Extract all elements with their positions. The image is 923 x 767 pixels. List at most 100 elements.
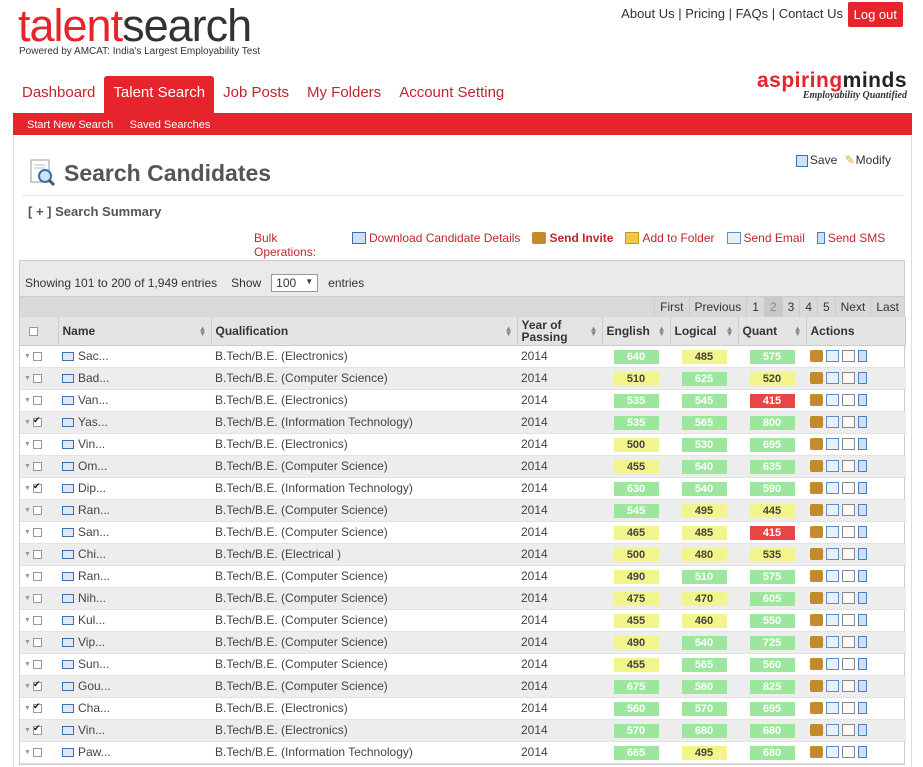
- table-row[interactable]: ▼ Yas... B.Tech/B.E. (Information Techno…: [20, 411, 906, 434]
- invite-icon[interactable]: [810, 438, 823, 450]
- profile-card-icon[interactable]: [62, 748, 74, 758]
- profile-card-icon[interactable]: [62, 616, 74, 626]
- tab-my-folders[interactable]: My Folders: [298, 76, 390, 113]
- phone-icon[interactable]: [858, 570, 867, 582]
- table-row[interactable]: ▼ Kul... B.Tech/B.E. (Computer Science) …: [20, 609, 906, 632]
- document-icon[interactable]: [842, 548, 855, 560]
- table-row[interactable]: ▼ Sac... B.Tech/B.E. (Electronics) 2014 …: [20, 345, 906, 368]
- document-icon[interactable]: [842, 592, 855, 604]
- col-qualification[interactable]: Qualification ▲ ▼: [211, 317, 518, 346]
- tab-talent-search[interactable]: Talent Search: [104, 76, 215, 113]
- row-checkbox[interactable]: [32, 572, 42, 582]
- profile-card-icon[interactable]: [62, 660, 74, 670]
- phone-icon[interactable]: [858, 460, 867, 472]
- candidate-name[interactable]: Paw...: [78, 745, 111, 759]
- document-icon[interactable]: [842, 724, 855, 736]
- profile-card-icon[interactable]: [62, 726, 74, 736]
- table-row[interactable]: ▼ Nih... B.Tech/B.E. (Computer Science) …: [20, 587, 906, 610]
- top-links[interactable]: About Us | Pricing | FAQs | Contact Us: [621, 6, 843, 21]
- row-checkbox[interactable]: [32, 550, 42, 560]
- table-row[interactable]: ▼ Cha... B.Tech/B.E. (Electronics) 2014 …: [20, 697, 906, 720]
- document-icon[interactable]: [842, 504, 855, 516]
- invite-icon[interactable]: [810, 548, 823, 560]
- phone-icon[interactable]: [858, 548, 867, 560]
- expand-triangle-icon[interactable]: ▼: [24, 683, 31, 690]
- table-row[interactable]: ▼ Vip... B.Tech/B.E. (Computer Science) …: [20, 631, 906, 654]
- document-icon[interactable]: [842, 460, 855, 472]
- table-row[interactable]: ▼ Om... B.Tech/B.E. (Computer Science) 2…: [20, 455, 906, 478]
- row-checkbox[interactable]: [32, 481, 42, 494]
- candidate-name[interactable]: Gou...: [78, 679, 111, 693]
- invite-icon[interactable]: [810, 636, 823, 648]
- profile-card-icon[interactable]: [62, 484, 74, 494]
- candidate-name[interactable]: Yas...: [78, 415, 108, 429]
- row-checkbox[interactable]: [32, 440, 42, 450]
- pager-page-1[interactable]: 1: [746, 297, 764, 317]
- profile-card-icon[interactable]: [62, 572, 74, 582]
- row-checkbox[interactable]: [32, 594, 42, 604]
- mail-icon[interactable]: [826, 438, 839, 450]
- pager-page-2[interactable]: 2: [763, 297, 782, 317]
- candidate-name[interactable]: Sun...: [78, 657, 109, 671]
- document-icon[interactable]: [842, 746, 855, 758]
- row-checkbox[interactable]: [32, 506, 42, 516]
- profile-card-icon[interactable]: [62, 396, 74, 406]
- candidate-name[interactable]: Vip...: [78, 635, 105, 649]
- mail-icon[interactable]: [826, 570, 839, 582]
- phone-icon[interactable]: [858, 592, 867, 604]
- mail-icon[interactable]: [826, 526, 839, 538]
- candidate-name[interactable]: Van...: [78, 393, 108, 407]
- select-all-checkbox[interactable]: [29, 327, 38, 337]
- expand-triangle-icon[interactable]: ▼: [24, 595, 31, 602]
- mail-icon[interactable]: [826, 394, 839, 406]
- row-checkbox[interactable]: [32, 352, 42, 362]
- phone-icon[interactable]: [858, 504, 867, 516]
- invite-icon[interactable]: [810, 482, 823, 494]
- phone-icon[interactable]: [858, 680, 867, 692]
- mail-icon[interactable]: [826, 548, 839, 560]
- invite-icon[interactable]: [810, 746, 823, 758]
- profile-card-icon[interactable]: [62, 594, 74, 604]
- invite-icon[interactable]: [810, 394, 823, 406]
- candidate-name[interactable]: Ran...: [78, 503, 110, 517]
- invite-icon[interactable]: [810, 614, 823, 626]
- phone-icon[interactable]: [858, 636, 867, 648]
- table-row[interactable]: ▼ Paw... B.Tech/B.E. (Information Techno…: [20, 741, 906, 764]
- talentsearch-logo[interactable]: talentsearch: [18, 0, 252, 52]
- profile-card-icon[interactable]: [62, 352, 74, 362]
- col-quant[interactable]: Quant ▲ ▼: [738, 317, 807, 346]
- candidate-name[interactable]: Cha...: [78, 701, 110, 715]
- row-checkbox[interactable]: [32, 616, 42, 626]
- invite-icon[interactable]: [810, 570, 823, 582]
- send-invite-button[interactable]: Send Invite: [532, 231, 613, 245]
- table-row[interactable]: ▼ Dip... B.Tech/B.E. (Information Techno…: [20, 477, 906, 500]
- mail-icon[interactable]: [826, 680, 839, 692]
- phone-icon[interactable]: [858, 482, 867, 494]
- download-candidate-details-button[interactable]: Download Candidate Details: [352, 231, 520, 245]
- candidate-name[interactable]: Vin...: [78, 437, 105, 451]
- mail-icon[interactable]: [826, 724, 839, 736]
- invite-icon[interactable]: [810, 658, 823, 670]
- mail-icon[interactable]: [826, 614, 839, 626]
- row-checkbox[interactable]: [32, 660, 42, 670]
- expand-triangle-icon[interactable]: ▼: [24, 529, 31, 536]
- document-icon[interactable]: [842, 482, 855, 494]
- candidate-name[interactable]: Vin...: [78, 723, 105, 737]
- profile-card-icon[interactable]: [62, 528, 74, 538]
- profile-card-icon[interactable]: [62, 440, 74, 450]
- save-button[interactable]: Save: [810, 153, 837, 167]
- profile-card-icon[interactable]: [62, 704, 74, 714]
- logout-button[interactable]: Log out: [847, 2, 903, 27]
- col-logical[interactable]: Logical ▲ ▼: [670, 317, 739, 346]
- pager-next[interactable]: Next: [834, 297, 871, 317]
- document-icon[interactable]: [842, 438, 855, 450]
- mail-icon[interactable]: [826, 482, 839, 494]
- document-icon[interactable]: [842, 614, 855, 626]
- col-english[interactable]: English ▲ ▼: [602, 317, 671, 346]
- expand-triangle-icon[interactable]: ▼: [24, 485, 31, 492]
- candidate-name[interactable]: Kul...: [78, 613, 105, 627]
- mail-icon[interactable]: [826, 636, 839, 648]
- expand-triangle-icon[interactable]: ▼: [24, 661, 31, 668]
- col-name[interactable]: Name ▲ ▼: [58, 317, 212, 346]
- mail-icon[interactable]: [826, 504, 839, 516]
